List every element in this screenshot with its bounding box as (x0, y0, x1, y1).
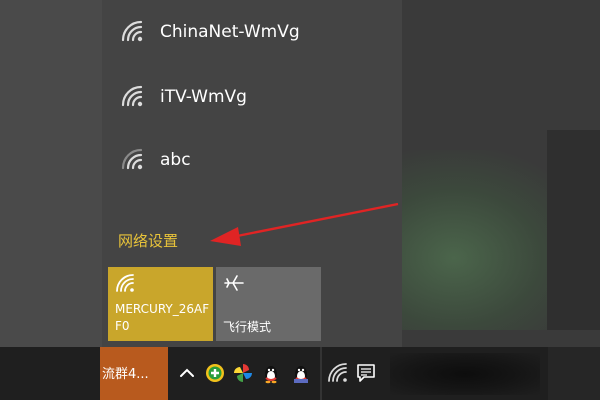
taskbar: 流群4... (0, 347, 600, 400)
airplane-icon (224, 275, 244, 291)
desktop-panel (547, 130, 600, 330)
wifi-icon[interactable] (327, 362, 349, 384)
qq-penguin-icon[interactable] (260, 362, 282, 384)
shield-plus-icon[interactable] (204, 362, 226, 384)
show-desktop-area[interactable] (548, 347, 600, 400)
pinwheel-icon[interactable] (232, 362, 254, 384)
wifi-icon (116, 274, 134, 292)
network-flyout: ChinaNet-WmVg iTV-WmVg abc 网络设置 MERCURY_… (102, 0, 402, 347)
chevron-up-icon[interactable] (176, 362, 198, 384)
airplane-tile-label: 飞行模式 (223, 320, 272, 334)
wifi-tile-label: MERCURY_26AFF0 (115, 302, 210, 333)
taskbar-redacted-area (390, 353, 540, 395)
qq-penguin-icon[interactable] (290, 362, 312, 384)
taskbar-app-button[interactable]: 流群4... (100, 347, 168, 400)
notification-icon[interactable] (355, 362, 377, 384)
wifi-toggle-tile[interactable]: MERCURY_26AFF0 (108, 267, 213, 341)
annotation-arrow-icon (210, 202, 399, 246)
taskbar-separator (320, 347, 322, 400)
desktop-right (362, 0, 600, 347)
taskbar-app-label: 流群4... (102, 367, 149, 382)
airplane-mode-tile[interactable]: 飞行模式 (216, 267, 321, 341)
desktop-left (0, 0, 102, 347)
